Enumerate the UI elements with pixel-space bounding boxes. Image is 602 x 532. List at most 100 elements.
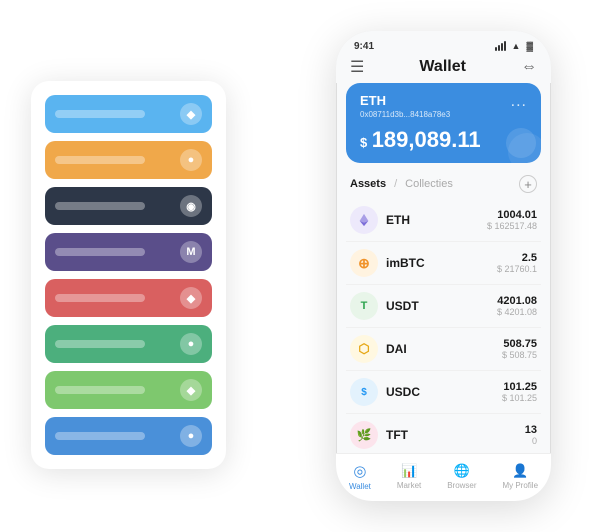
eth-address: 0x08711d3b...8418a78e3 — [360, 110, 450, 119]
eth-balance: $ 189,089.11 — [360, 127, 527, 153]
status-bar: 9:41 ▲ ▓ — [336, 31, 551, 53]
hamburger-icon[interactable]: ☰ — [350, 57, 364, 77]
profile-nav-label: My Profile — [502, 481, 538, 490]
signal-icon — [495, 41, 506, 51]
list-item[interactable]: ◆ — [45, 279, 212, 317]
card-label-bar — [55, 202, 145, 210]
nav-browser[interactable]: 🌐 Browser — [447, 463, 476, 490]
card-icon: ◆ — [180, 379, 202, 401]
phone-frame: 9:41 ▲ ▓ ☰ Wallet ⇔ — [336, 31, 551, 501]
asset-amounts-eth: 1004.01 $ 162517.48 — [487, 209, 537, 231]
card-icon: ● — [180, 333, 202, 355]
wallet-nav-icon: ◎ — [353, 462, 366, 480]
asset-amounts-usdc: 101.25 $ 101.25 — [502, 381, 537, 403]
eth-card-header: ETH 0x08711d3b...8418a78e3 ... — [360, 93, 527, 119]
asset-name-usdt: USDT — [386, 299, 497, 313]
browser-nav-icon: 🌐 — [454, 463, 470, 479]
imbtc-icon: ⊕ — [350, 249, 378, 277]
assets-header: Assets / Collecties + — [336, 171, 551, 199]
asset-item-imbtc[interactable]: ⊕ imBTC 2.5 $ 21760.1 — [346, 242, 541, 285]
eth-usd: $ 162517.48 — [487, 221, 537, 231]
battery-icon: ▓ — [526, 41, 533, 51]
asset-name-imbtc: imBTC — [386, 256, 497, 270]
assets-tabs: Assets / Collecties — [350, 178, 453, 190]
eth-icon — [350, 206, 378, 234]
market-nav-label: Market — [397, 481, 421, 490]
add-asset-button[interactable]: + — [519, 175, 537, 193]
card-icon: ● — [180, 425, 202, 447]
list-item[interactable]: ● — [45, 141, 212, 179]
asset-amounts-dai: 508.75 $ 508.75 — [502, 338, 537, 360]
scan-icon[interactable]: ⇔ — [521, 58, 537, 76]
eth-card-name: ETH — [360, 93, 450, 108]
asset-item-usdt[interactable]: T USDT 4201.08 $ 4201.08 — [346, 285, 541, 328]
card-decoration-2 — [508, 133, 546, 171]
wifi-icon: ▲ — [512, 41, 521, 51]
dai-amount: 508.75 — [502, 338, 537, 350]
imbtc-amount: 2.5 — [497, 252, 537, 264]
list-item[interactable]: ◆ — [45, 95, 212, 133]
balance-amount: 189,089.11 — [372, 127, 481, 152]
balance-symbol: $ — [360, 135, 367, 150]
scene: ◆ ● ◉ M ◆ ● ◆ ● — [21, 21, 581, 511]
phone-header: ☰ Wallet ⇔ — [336, 53, 551, 83]
usdc-amount: 101.25 — [502, 381, 537, 393]
eth-wallet-card[interactable]: ETH 0x08711d3b...8418a78e3 ... $ 189,089… — [346, 83, 541, 163]
time-label: 9:41 — [354, 41, 374, 52]
list-item[interactable]: ● — [45, 325, 212, 363]
eth-more-icon[interactable]: ... — [511, 93, 527, 111]
asset-item-tft[interactable]: 🌿 TFT 13 0 — [346, 414, 541, 453]
tft-icon: 🌿 — [350, 421, 378, 449]
nav-wallet[interactable]: ◎ Wallet — [349, 462, 371, 491]
bottom-nav: ◎ Wallet 📊 Market 🌐 Browser 👤 My Profile — [336, 453, 551, 501]
card-label-bar — [55, 156, 145, 164]
profile-nav-icon: 👤 — [512, 463, 528, 479]
card-label-bar — [55, 294, 145, 302]
asset-amounts-usdt: 4201.08 $ 4201.08 — [497, 295, 537, 317]
eth-amount: 1004.01 — [487, 209, 537, 221]
page-title: Wallet — [419, 58, 466, 76]
asset-amounts-tft: 13 0 — [525, 424, 537, 446]
usdc-usd: $ 101.25 — [502, 393, 537, 403]
asset-name-usdc: USDC — [386, 385, 502, 399]
card-icon: ◆ — [180, 103, 202, 125]
dai-usd: $ 508.75 — [502, 350, 537, 360]
asset-name-eth: ETH — [386, 213, 487, 227]
card-label-bar — [55, 110, 145, 118]
market-nav-icon: 📊 — [401, 463, 417, 479]
status-icons: ▲ ▓ — [495, 41, 533, 51]
asset-item-dai[interactable]: ⬡ DAI 508.75 $ 508.75 — [346, 328, 541, 371]
asset-item-usdc[interactable]: $ USDC 101.25 $ 101.25 — [346, 371, 541, 414]
asset-name-dai: DAI — [386, 342, 502, 356]
list-item[interactable]: M — [45, 233, 212, 271]
card-label-bar — [55, 432, 145, 440]
asset-list: ETH 1004.01 $ 162517.48 ⊕ imBTC 2.5 $ 21… — [336, 199, 551, 453]
asset-name-tft: TFT — [386, 428, 525, 442]
tab-collecties[interactable]: Collecties — [405, 178, 453, 190]
nav-market[interactable]: 📊 Market — [397, 463, 421, 490]
list-item[interactable]: ◉ — [45, 187, 212, 225]
tft-usd: 0 — [525, 436, 537, 446]
card-label-bar — [55, 340, 145, 348]
card-icon: M — [180, 241, 202, 263]
card-icon: ● — [180, 149, 202, 171]
list-item[interactable]: ◆ — [45, 371, 212, 409]
usdt-usd: $ 4201.08 — [497, 307, 537, 317]
asset-item-eth[interactable]: ETH 1004.01 $ 162517.48 — [346, 199, 541, 242]
imbtc-usd: $ 21760.1 — [497, 264, 537, 274]
nav-profile[interactable]: 👤 My Profile — [502, 463, 538, 490]
browser-nav-label: Browser — [447, 481, 476, 490]
card-stack: ◆ ● ◉ M ◆ ● ◆ ● — [31, 81, 226, 469]
wallet-nav-label: Wallet — [349, 482, 371, 491]
card-label-bar — [55, 248, 145, 256]
card-icon: ◆ — [180, 287, 202, 309]
card-icon: ◉ — [180, 195, 202, 217]
usdt-amount: 4201.08 — [497, 295, 537, 307]
usdc-icon: $ — [350, 378, 378, 406]
tab-assets[interactable]: Assets — [350, 178, 386, 190]
list-item[interactable]: ● — [45, 417, 212, 455]
card-label-bar — [55, 386, 145, 394]
usdt-icon: T — [350, 292, 378, 320]
asset-amounts-imbtc: 2.5 $ 21760.1 — [497, 252, 537, 274]
tft-amount: 13 — [525, 424, 537, 436]
